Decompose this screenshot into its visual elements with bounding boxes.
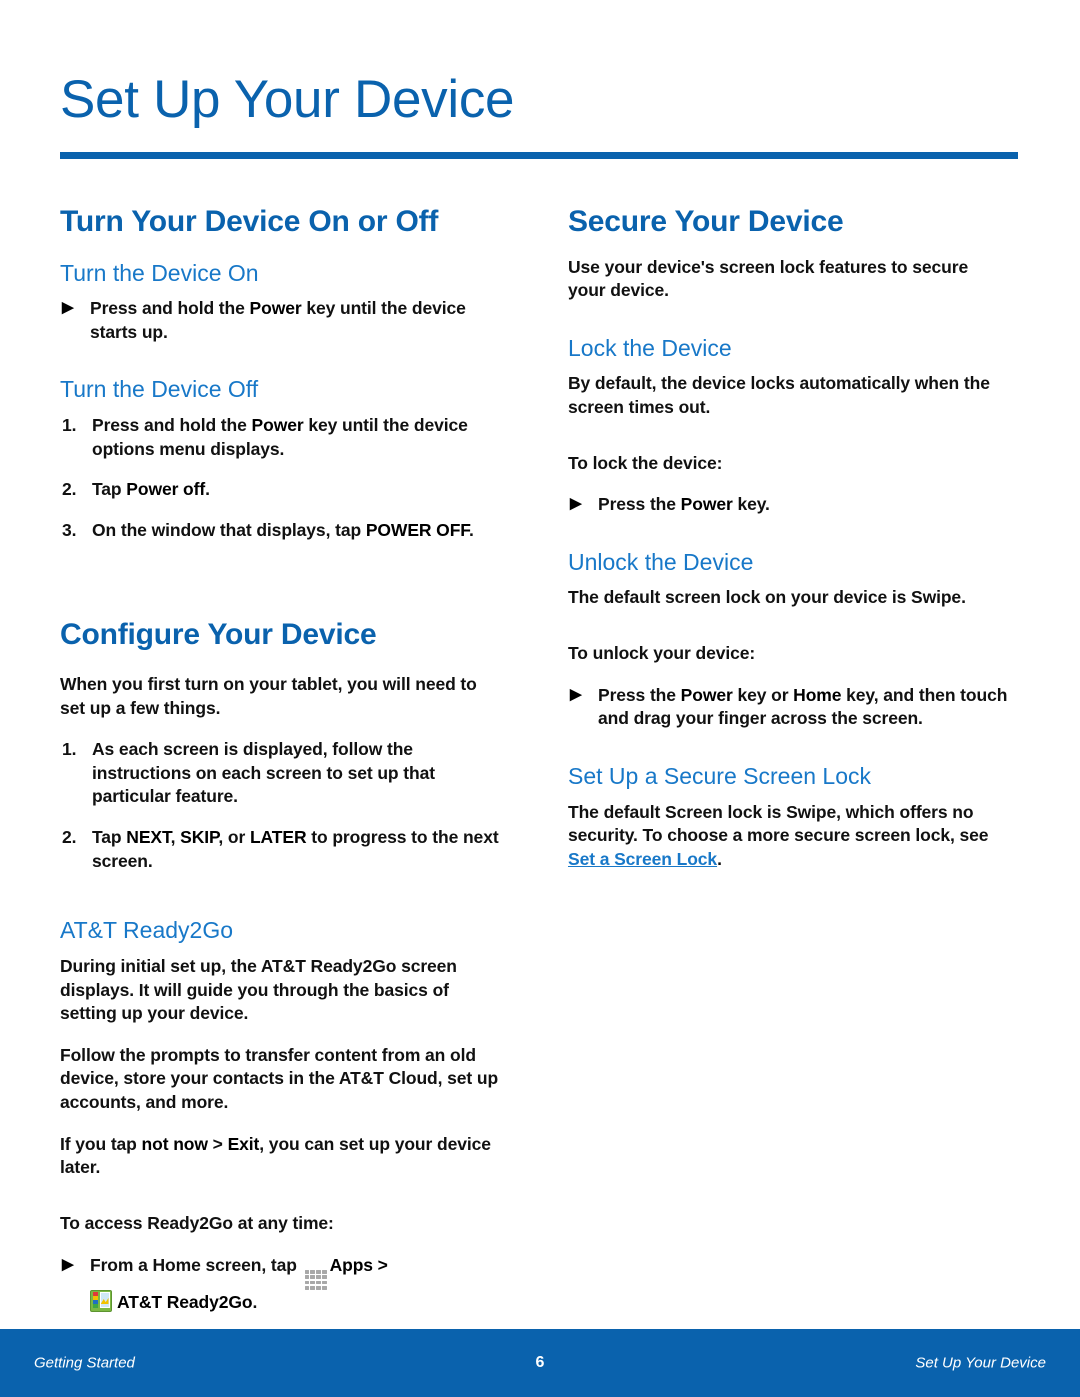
footer-topic-label: Set Up Your Device: [915, 1354, 1046, 1372]
step-text-pre: Tap: [92, 479, 127, 500]
bullet-unlock-device: Press the Power key or Home key, and the…: [568, 684, 1008, 731]
access-bullet-arrow: >: [372, 1254, 388, 1275]
step-text-pre: Tap: [92, 827, 127, 848]
paragraph-ready2go-2: Follow the prompts to transfer content f…: [60, 1044, 499, 1113]
step-text-bold: Power: [251, 414, 304, 435]
paragraph-unlock-1: The default screen lock on your device i…: [568, 587, 966, 608]
subheading-turn-the-device-off: Turn the Device Off: [60, 376, 259, 403]
apps-grid-icon: [304, 1269, 327, 1290]
title-divider-rule: [60, 152, 1018, 159]
step-text-mid2: , or: [218, 827, 250, 848]
step-text-bold-skip: SKIP: [180, 827, 219, 848]
access-bullet-app-label: AT&T Ready2Go: [117, 1291, 253, 1312]
list-item: 3. On the window that displays, tap POWER…: [60, 519, 500, 543]
subheading-unlock-the-device: Unlock the Device: [568, 548, 754, 575]
unlock-bullet-mid: key or: [732, 684, 794, 705]
step-text-mid: ,: [170, 827, 181, 848]
para3-bold-not-now: not now: [141, 1133, 208, 1154]
document-page: Set Up Your Device Turn Your Device On o…: [0, 0, 1080, 1397]
lock-bullet-bold: Power: [680, 494, 733, 515]
page-title: Set Up Your Device: [60, 70, 515, 129]
paragraph-ready2go-1: During initial set up, the AT&T Ready2Go…: [60, 955, 457, 1024]
step-text-pre: On the window that displays, tap: [92, 519, 366, 540]
left-column: Turn Your Device On or Off Turn the Devi…: [60, 205, 500, 1332]
lock-bullet-post: key.: [732, 494, 770, 515]
list-number: 1.: [62, 739, 77, 760]
unlock-bullet-bold-home: Home: [793, 684, 842, 705]
list-number: 2.: [62, 827, 77, 848]
step-text-post: .: [205, 479, 210, 500]
list-item: 1. As each screen is displayed, follow th…: [60, 738, 500, 809]
list-number: 3.: [62, 519, 77, 540]
access-bullet-post: .: [252, 1291, 258, 1312]
section-heading-configure-your-device: Configure Your Device: [60, 618, 377, 652]
access-bullet-apps-label: Apps: [329, 1254, 373, 1275]
bullet-turn-device-on: Press and hold the Power key until the d…: [60, 297, 500, 344]
list-number: 2.: [62, 479, 77, 500]
subheading-set-up-secure-screen-lock: Set Up a Secure Screen Lock: [568, 762, 871, 789]
step-text: As each screen is displayed, follow the …: [92, 739, 435, 807]
unlock-bullet-pre: Press the: [598, 684, 681, 705]
secure-lock-post: .: [717, 848, 722, 869]
right-column: Secure Your Device Use your device's scr…: [568, 205, 1008, 871]
section-heading-secure-your-device: Secure Your Device: [568, 205, 844, 238]
footer-page-number: 6: [535, 1354, 545, 1371]
para3-pre: If you tap: [60, 1133, 142, 1154]
step-text-bold-next: NEXT: [126, 827, 171, 848]
bullet-text-bold: Power: [249, 298, 302, 319]
step-text-bold: Power off: [126, 479, 206, 500]
subheading-att-ready2go: AT&T Ready2Go: [60, 917, 234, 944]
para3-bold-exit: Exit: [227, 1133, 260, 1154]
paragraph-configure-intro: When you first turn on your tablet, you …: [60, 673, 477, 718]
lock-bullet-pre: Press the: [598, 494, 681, 515]
step-text-bold-later: LATER: [249, 827, 307, 848]
apps-grid-cells: [304, 1269, 327, 1290]
list-number: 1.: [62, 414, 77, 435]
paragraph-unlock-2: To unlock your device:: [568, 643, 756, 664]
footer-section-label: Getting Started: [34, 1354, 135, 1372]
unlock-bullet-bold-power: Power: [680, 684, 733, 705]
para3-mid: >: [207, 1133, 228, 1154]
ready2go-icon-color-strip: [92, 1292, 98, 1309]
paragraph-secure-intro: Use your device's screen lock features t…: [568, 256, 969, 301]
secure-lock-pre: The default Screen lock is Swipe, which …: [568, 801, 989, 846]
list-item: 2. Tap NEXT, SKIP, or LATER to progress t…: [60, 826, 500, 873]
access-bullet-pre: From a Home screen, tap: [90, 1254, 302, 1275]
paragraph-secure-screen-lock: The default Screen lock is Swipe, which …: [568, 801, 1008, 872]
bullet-lock-device: Press the Power key.: [568, 493, 1008, 517]
bullet-access-ready2go: From a Home screen, tap Apps > AT&T Read…: [60, 1254, 500, 1315]
step-text-pre: Press and hold the: [92, 414, 252, 435]
list-item: 1. Press and hold the Power key until the…: [60, 414, 500, 461]
page-footer: Getting Started 6 Set Up Your Device: [0, 1329, 1080, 1397]
list-turn-device-off-steps: 1. Press and hold the Power key until the…: [60, 414, 500, 543]
subheading-lock-the-device: Lock the Device: [568, 334, 732, 361]
bullet-text-pre: Press and hold the: [90, 298, 250, 319]
paragraph-lock-1: By default, the device locks automatical…: [568, 373, 990, 417]
list-item: 2. Tap Power off.: [60, 478, 500, 502]
step-text-bold: POWER OFF: [365, 519, 469, 540]
step-text-post: .: [468, 519, 474, 540]
link-set-a-screen-lock[interactable]: Set a Screen Lock: [568, 849, 717, 869]
list-configure-steps: 1. As each screen is displayed, follow th…: [60, 738, 500, 873]
att-ready2go-app-icon: [90, 1289, 112, 1312]
paragraph-ready2go-3: If you tap not now > Exit, you can set u…: [60, 1133, 500, 1180]
paragraph-lock-2: To lock the device:: [568, 452, 723, 473]
section-heading-turn-device-on-off: Turn Your Device On or Off: [60, 205, 439, 238]
paragraph-access-ready2go-intro: To access Ready2Go at any time:: [60, 1212, 334, 1233]
ready2go-icon-panel: [99, 1292, 110, 1309]
subheading-turn-the-device-on: Turn the Device On: [60, 259, 259, 286]
